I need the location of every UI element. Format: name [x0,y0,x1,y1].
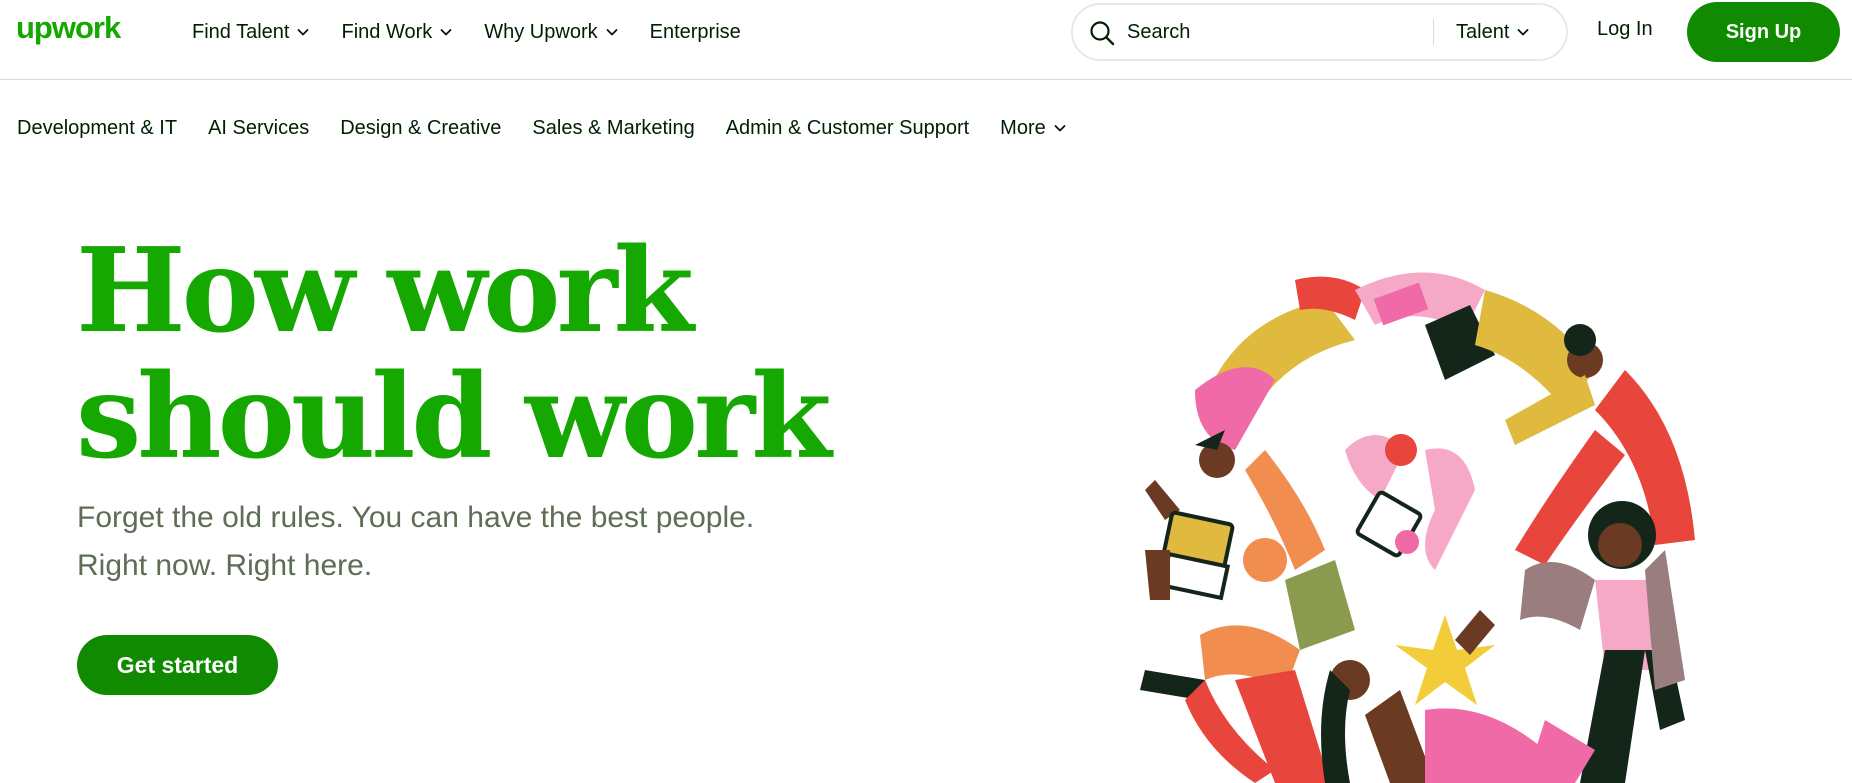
category-sales-marketing[interactable]: Sales & Marketing [532,117,694,140]
category-label: AI Services [208,116,310,139]
chevron-down-icon [1054,125,1066,132]
category-label: More [1000,116,1046,139]
category-label: Admin & Customer Support [725,116,970,139]
hero-title: How work should work [76,228,896,480]
category-ai-services[interactable]: AI Services [208,117,309,140]
category-label: Design & Creative [340,116,502,139]
main-nav: Find Talent Find Work Why Upwork Enterpr… [192,0,771,64]
login-link[interactable]: Log In [1597,18,1653,41]
category-nav: Development & IT AI Services Design & Cr… [17,110,1099,146]
get-started-button[interactable]: Get started [77,635,278,695]
hero-subtitle-line-2: Right now. Right here. [77,549,373,582]
category-admin-support[interactable]: Admin & Customer Support [726,117,969,140]
search-divider [1433,19,1434,45]
category-design-creative[interactable]: Design & Creative [340,117,501,140]
search-bar: Talent [1071,3,1568,61]
hero-subtitle: Forget the old rules. You can have the b… [77,494,897,590]
category-more[interactable]: More [1000,117,1068,140]
nav-find-work[interactable]: Find Work [341,21,454,44]
illustration-graphic [1140,272,1695,783]
nav-why-upwork[interactable]: Why Upwork [484,21,619,44]
nav-enterprise[interactable]: Enterprise [650,21,741,44]
nav-find-talent-label: Find Talent [192,20,290,43]
nav-enterprise-label: Enterprise [649,20,741,43]
search-scope-label: Talent [1456,20,1510,43]
logo-wordmark: upwork [16,10,121,45]
people-collaboration-illustration [1125,250,1745,783]
chevron-down-icon [606,29,618,36]
nav-why-upwork-label: Why Upwork [484,20,598,43]
hero-title-line-1: How work [76,223,694,359]
search-scope-select[interactable]: Talent [1456,5,1531,59]
search-input[interactable] [1127,17,1397,47]
category-label: Development & IT [17,116,178,139]
nav-find-work-label: Find Work [341,20,433,43]
chevron-down-icon [440,29,452,36]
chevron-down-icon [1517,29,1529,36]
hero-title-line-2: should work [76,349,832,485]
search-icon[interactable] [1089,20,1115,46]
category-development-it[interactable]: Development & IT [17,117,177,140]
category-label: Sales & Marketing [532,116,695,139]
chevron-down-icon [298,29,309,36]
upwork-logo[interactable]: upwork [16,10,142,52]
nav-find-talent[interactable]: Find Talent [192,21,311,44]
signup-button[interactable]: Sign Up [1687,2,1840,62]
top-header: upwork Find Talent Find Work Why Upwork … [0,0,1852,80]
hero-subtitle-line-1: Forget the old rules. You can have the b… [77,501,755,534]
